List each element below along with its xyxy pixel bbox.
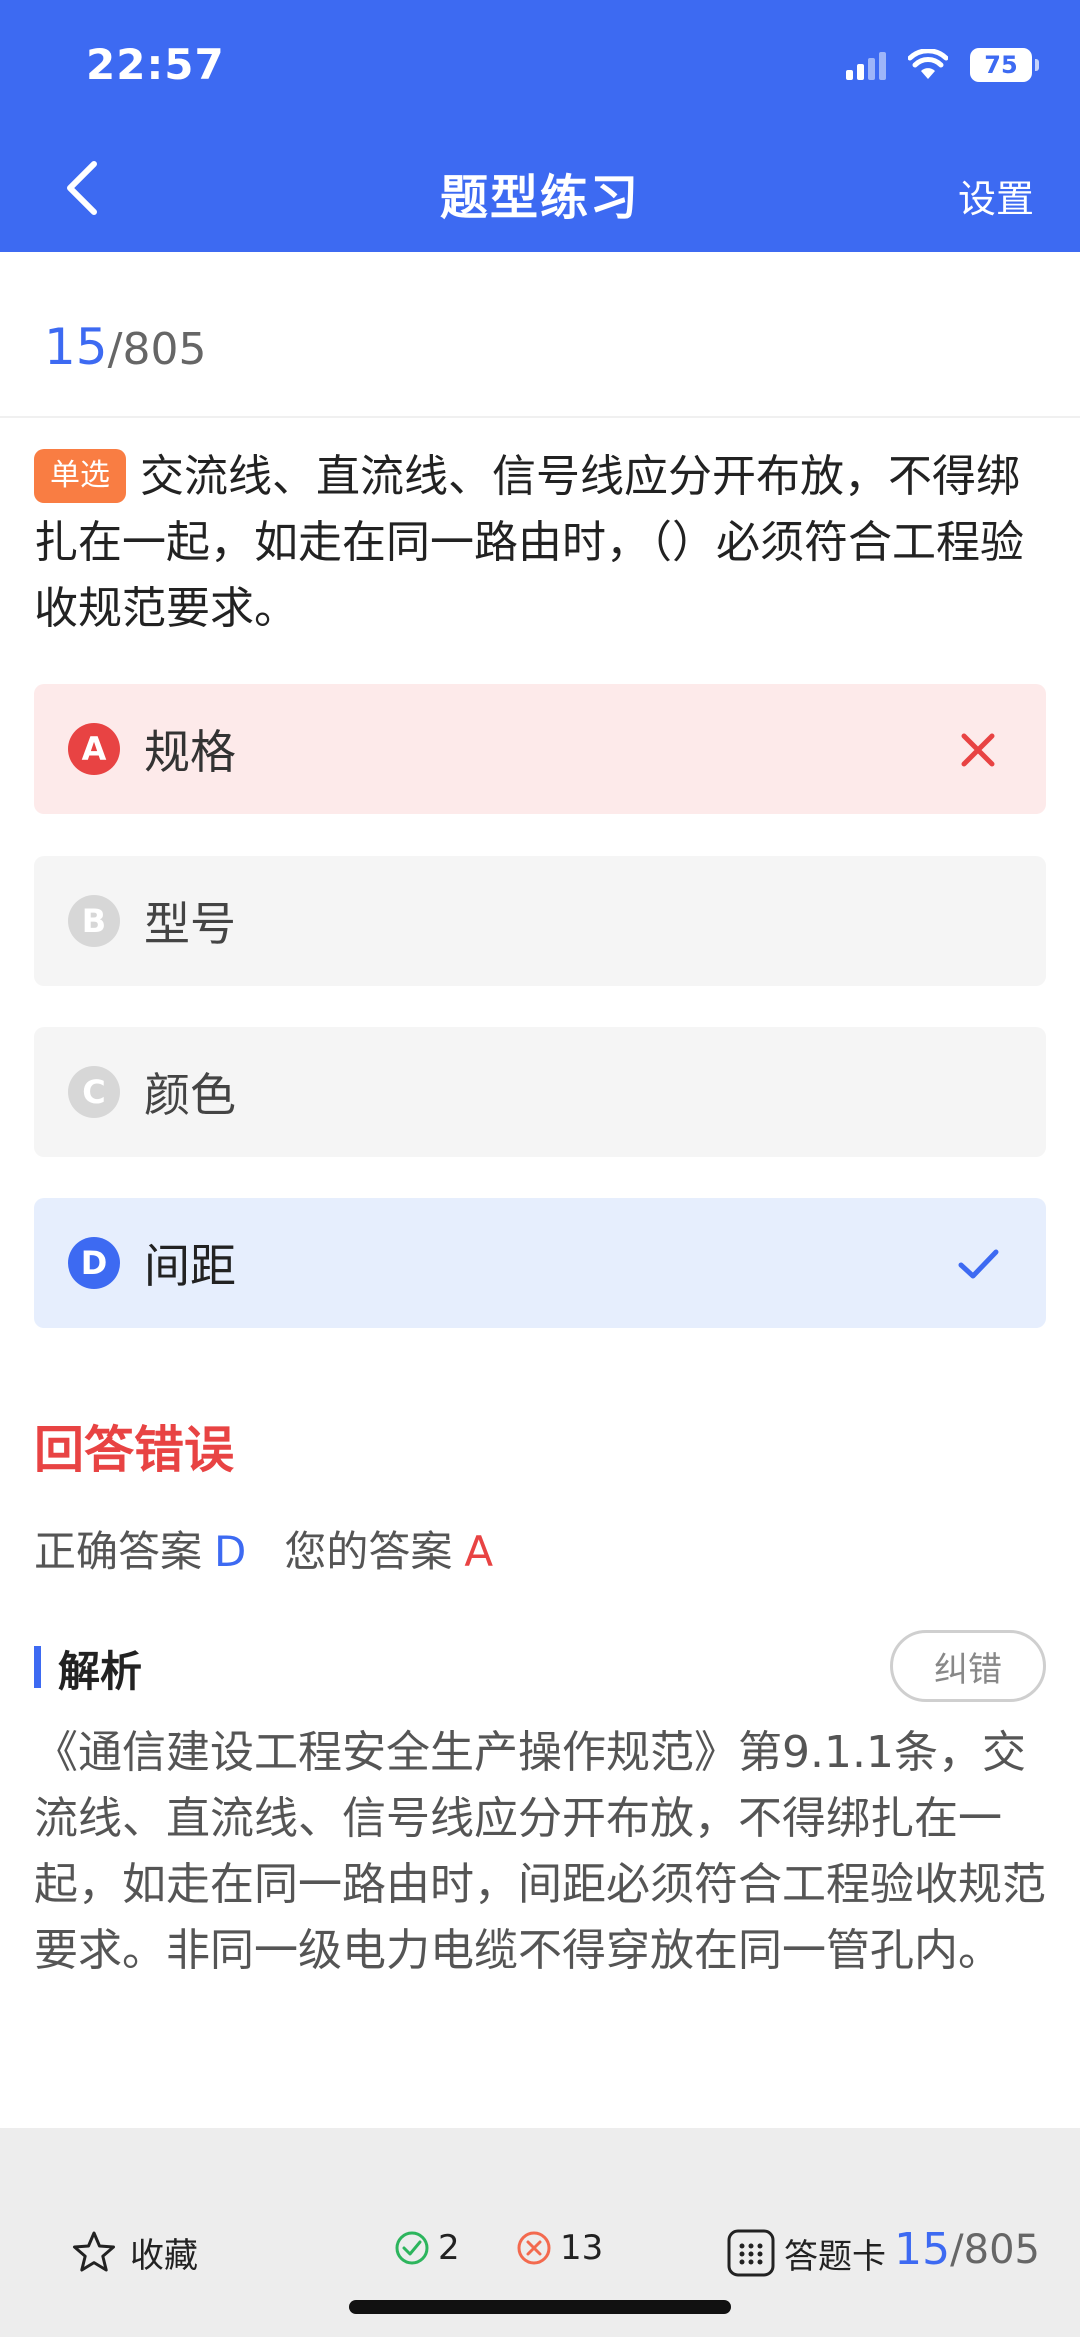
grid-icon [727, 2229, 775, 2277]
settings-button[interactable]: 设置 [958, 168, 1034, 223]
option-d[interactable]: D 间距 [34, 1198, 1046, 1328]
correct-count-value: 2 [438, 2228, 460, 2268]
wrong-count-value: 13 [560, 2228, 604, 2268]
option-text: 间距 [144, 1239, 236, 1293]
answer-summary: 正确答案 D 您的答案 A [34, 1518, 493, 1579]
page: 22:57 75 题型练习 设置 15/805 单选交流线、直流线、信号线应分 [0, 0, 1080, 2337]
question-progress: 15/805 [44, 318, 206, 376]
check-circle-icon [395, 2231, 429, 2265]
analysis-text: 《通信建设工程安全生产操作规范》第9.1.1条，交流线、直流线、信号线应分开布放… [34, 1727, 1046, 1976]
question-text-block: 单选 交流线、直流线、信号线应分开布放，不得绑扎在一起，如走在同一路由时，（）必须… [34, 444, 1046, 642]
option-text: 规格 [144, 725, 236, 779]
favorite-button[interactable]: 收藏 [70, 2228, 198, 2277]
wifi-icon [908, 49, 948, 79]
favorite-label: 收藏 [130, 2236, 198, 2276]
star-icon [73, 2231, 115, 2271]
option-c[interactable]: C 颜色 [34, 1027, 1046, 1157]
user-answer-value: A [464, 1527, 494, 1576]
correct-count[interactable]: 2 [394, 2228, 460, 2268]
bottom-progress: 15/805 [894, 2224, 1040, 2275]
progress-total: /805 [107, 324, 207, 375]
option-b[interactable]: B 型号 [34, 856, 1046, 986]
home-indicator[interactable] [349, 2300, 731, 2314]
header: 22:57 75 题型练习 设置 [0, 0, 1080, 252]
option-a[interactable]: A 规格 [34, 684, 1046, 814]
analysis-accent-bar [34, 1646, 41, 1688]
checkmark-icon [958, 1249, 999, 1279]
option-letter: A [68, 723, 120, 775]
report-error-button[interactable]: 纠错 [890, 1630, 1046, 1702]
cross-circle-icon [517, 2231, 551, 2265]
option-letter: D [68, 1237, 120, 1289]
cross-icon [961, 733, 995, 767]
divider [0, 416, 1080, 418]
cellular-signal-icon [846, 50, 886, 80]
battery-icon: 75 [970, 48, 1039, 82]
correct-answer-value: D [214, 1527, 247, 1576]
wrong-count[interactable]: 13 [516, 2228, 603, 2268]
status-time: 22:57 [86, 40, 225, 89]
progress-current: 15 [44, 318, 108, 376]
bottom-progress-total: /805 [950, 2226, 1040, 2273]
user-answer-label: 您的答案 [284, 1527, 453, 1576]
question-text: 交流线、直流线、信号线应分开布放，不得绑扎在一起，如走在同一路由时，（）必须符合… [34, 451, 1024, 634]
option-text: 型号 [144, 897, 236, 951]
correct-answer-label: 正确答案 [34, 1527, 203, 1576]
option-letter: C [68, 1066, 120, 1118]
option-text: 颜色 [144, 1068, 236, 1122]
result-title: 回答错误 [34, 1421, 234, 1479]
bottom-progress-current: 15 [894, 2224, 951, 2275]
status-icons: 75 [846, 48, 1039, 82]
battery-level: 75 [984, 51, 1018, 79]
answer-card-button[interactable]: 答题卡 [726, 2228, 886, 2278]
question-type-badge: 单选 [34, 449, 126, 503]
option-letter: B [68, 895, 120, 947]
answer-card-label: 答题卡 [784, 2236, 886, 2277]
page-title: 题型练习 [439, 170, 640, 226]
analysis-title: 解析 [58, 1647, 143, 1696]
